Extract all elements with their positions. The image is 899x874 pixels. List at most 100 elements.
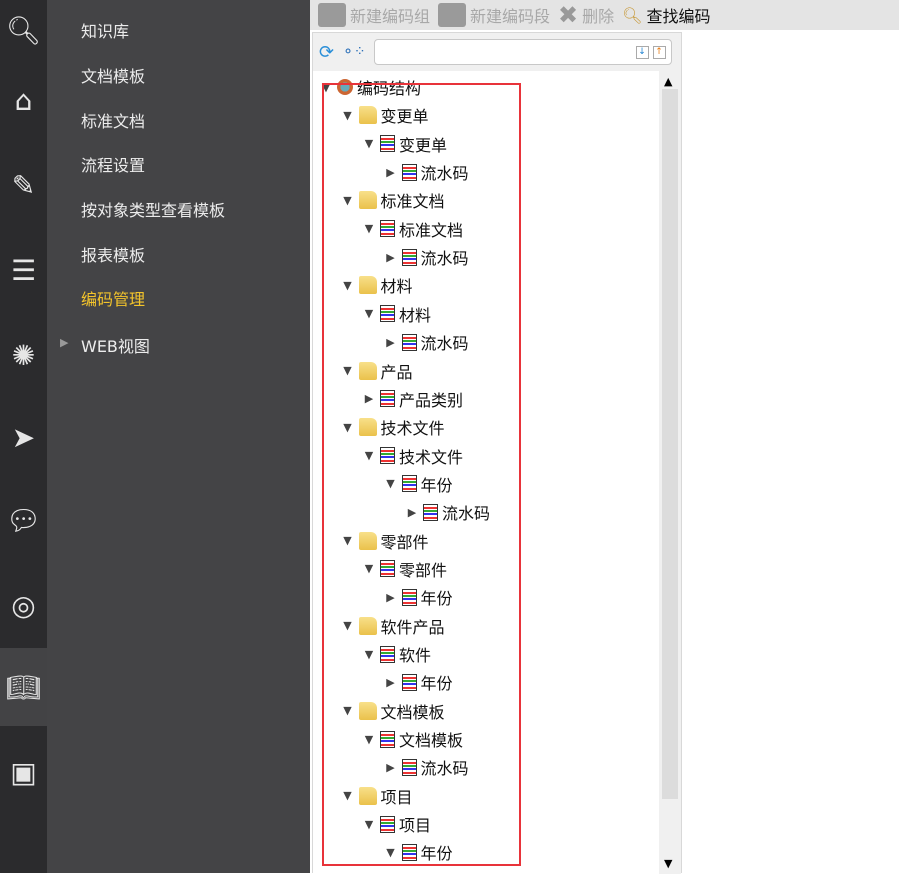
scroll-thumb[interactable] <box>662 89 678 799</box>
tree-node[interactable]: ▼ 编码结构 <box>319 73 421 101</box>
nav-item[interactable]: 流程设置 <box>81 152 145 176</box>
collapse-arrow-icon[interactable]: ▼ <box>362 137 376 150</box>
nav-item[interactable]: 标准文档 <box>81 108 145 132</box>
home-rail-button[interactable]: ⌂ <box>0 70 47 130</box>
tree-scrollbar[interactable]: ▲ ▼ <box>659 71 681 874</box>
code-segment-icon <box>380 815 395 833</box>
expand-arrow-icon[interactable]: ▶ <box>384 166 398 179</box>
code-segment-icon <box>401 758 417 776</box>
tree-node[interactable]: ▶ 流水码 <box>384 753 469 781</box>
code-tree: ▼ 编码结构 ▼ 变更单 ▼ 变更单 ▶ 流水码 ▼ 标准文档 ▼ 标准文档 ▶ 流水码 ▼ 材料 ▼ 材料 ▶ 流水… <box>313 71 659 874</box>
nav-item[interactable]: 知识库 <box>81 18 129 42</box>
collapse-arrow-icon[interactable]: ▼ <box>362 222 376 235</box>
nav-item[interactable]: WEB视图 <box>81 333 150 357</box>
tree-node[interactable]: ▼ 技术文件 <box>362 442 463 470</box>
send-rail-button[interactable]: ➤ <box>0 407 47 467</box>
sipm-search-rail-button[interactable]: 🔍︎ <box>0 0 47 60</box>
code-segment-icon <box>380 645 395 663</box>
expand-arrow-icon[interactable]: ▶ <box>362 392 376 405</box>
chat-icon: 💬︎ <box>5 503 42 537</box>
code-segment-icon <box>401 248 417 266</box>
tree-node[interactable]: ▼ 变更单 <box>341 101 429 129</box>
tree-node[interactable]: ▼ 产品 <box>341 357 413 385</box>
search-up-button[interactable]: ↑ <box>652 46 666 59</box>
collapse-arrow-icon[interactable]: ▼ <box>362 449 376 462</box>
code-segment-icon <box>401 673 417 691</box>
find-code-button[interactable]: 🔍︎ 查找编码 <box>622 3 710 27</box>
delete-icon: ✖ <box>558 1 579 29</box>
loading-rail-button[interactable]: ✺ <box>0 325 47 385</box>
expand-arrow-icon[interactable]: ▶ <box>384 336 398 349</box>
nav-item[interactable]: 报表模板 <box>81 242 145 266</box>
collapse-arrow-icon[interactable]: ▼ <box>362 733 376 746</box>
tree-node-label: 产品类别 <box>399 390 464 410</box>
tree-node[interactable]: ▼ 材料 <box>341 271 413 299</box>
collapse-arrow-icon[interactable]: ▼ <box>341 534 355 547</box>
expand-arrow-icon[interactable]: ▶ <box>384 251 398 264</box>
nav-item[interactable]: 编码管理 <box>81 286 145 310</box>
scroll-down-arrow[interactable]: ▼ <box>664 857 672 870</box>
tree-node[interactable]: ▼ 零部件 <box>362 555 447 583</box>
tree-node[interactable]: ▶ 流水码 <box>384 243 469 271</box>
nav-item[interactable]: 文档模板 <box>81 63 145 87</box>
search-down-button[interactable]: ↓ <box>635 46 649 59</box>
tree-node[interactable]: ▼ 技术文件 <box>341 413 445 441</box>
collapse-arrow-icon[interactable]: ▼ <box>341 194 355 207</box>
tree-node[interactable]: ▼ 软件产品 <box>341 612 445 640</box>
tree-node[interactable]: ▼ 材料 <box>362 300 431 328</box>
collapse-arrow-icon[interactable]: ▼ <box>341 279 355 292</box>
book-rail-button[interactable]: 📖︎ <box>0 648 47 726</box>
tree-node[interactable]: ▶ 流水码 <box>384 158 469 186</box>
expand-arrow-icon[interactable]: ▶ <box>384 676 398 689</box>
tree-node[interactable]: ▶ 产品类别 <box>362 385 463 413</box>
collapse-arrow-icon[interactable]: ▼ <box>341 109 355 122</box>
refresh-icon[interactable]: ⟳ <box>319 42 334 63</box>
database-rail-button[interactable]: ☰ <box>0 240 47 300</box>
tree-node[interactable]: ▼ 文档模板 <box>362 725 463 753</box>
collapse-arrow-icon[interactable]: ▼ <box>341 789 355 802</box>
tree-node[interactable]: ▶ 年份 <box>384 668 453 696</box>
delete-button[interactable]: ✖ 删除 <box>558 1 614 29</box>
tree-node[interactable]: ▶ 流水码 <box>405 498 490 526</box>
tree-node[interactable]: ▼ 年份 <box>384 470 453 498</box>
tree-node[interactable]: ▼ 年份 <box>384 838 453 866</box>
new-segment-button[interactable]: 新建编码段 <box>438 3 550 27</box>
tree-node[interactable]: ▼ 软件 <box>362 640 431 668</box>
expand-arrow-icon[interactable]: ▶ <box>384 761 398 774</box>
collapse-arrow-icon[interactable]: ▼ <box>319 81 333 94</box>
collapse-arrow-icon[interactable]: ▼ <box>362 818 376 831</box>
code-segment-icon <box>401 588 417 606</box>
tree-node[interactable]: ▼ 标准文档 <box>362 215 463 243</box>
collapse-arrow-icon[interactable]: ▼ <box>362 648 376 661</box>
podcast-rail-button[interactable]: ◎ <box>0 575 47 635</box>
hierarchy-icon[interactable]: ⚬⁘ <box>342 44 365 60</box>
nav-item[interactable]: 按对象类型查看模板 <box>81 197 225 221</box>
new-group-button[interactable]: 新建编码组 <box>318 3 430 27</box>
tree-node[interactable]: ▶ 流水码 <box>384 328 469 356</box>
collapse-arrow-icon[interactable]: ▼ <box>341 364 355 377</box>
collapse-arrow-icon[interactable]: ▼ <box>362 562 376 575</box>
collapse-arrow-icon[interactable]: ▼ <box>341 704 355 717</box>
tree-node[interactable]: ▼ 变更单 <box>362 130 447 158</box>
tree-node-label: 流水码 <box>420 759 469 779</box>
folder-icon <box>358 106 377 125</box>
chat-rail-button[interactable]: 💬︎ <box>0 490 47 550</box>
collapse-arrow-icon[interactable]: ▼ <box>384 477 398 490</box>
search-input[interactable]: ↓ ↑ <box>373 39 672 65</box>
expand-arrow-icon[interactable]: ▶ <box>384 591 398 604</box>
tree-node[interactable]: ▼ 项目 <box>341 782 413 810</box>
collapse-arrow-icon[interactable]: ▼ <box>362 307 376 320</box>
collapse-arrow-icon[interactable]: ▼ <box>341 619 355 632</box>
collapse-arrow-icon[interactable]: ▼ <box>384 846 398 859</box>
expand-arrow-icon[interactable]: ▶ <box>60 336 68 349</box>
tree-node[interactable]: ▼ 项目 <box>362 810 431 838</box>
tree-node[interactable]: ▼ 标准文档 <box>341 186 445 214</box>
collapse-arrow-icon[interactable]: ▼ <box>341 421 355 434</box>
expand-arrow-icon[interactable]: ▶ <box>405 506 419 519</box>
id-card-rail-button[interactable]: ▣ <box>0 742 47 802</box>
scroll-up-arrow[interactable]: ▲ <box>664 75 672 88</box>
edit-rail-button[interactable]: ✎ <box>0 155 47 215</box>
tree-node[interactable]: ▶ 年份 <box>384 583 453 611</box>
tree-node[interactable]: ▼ 零部件 <box>341 527 429 555</box>
tree-node[interactable]: ▼ 文档模板 <box>341 697 445 725</box>
